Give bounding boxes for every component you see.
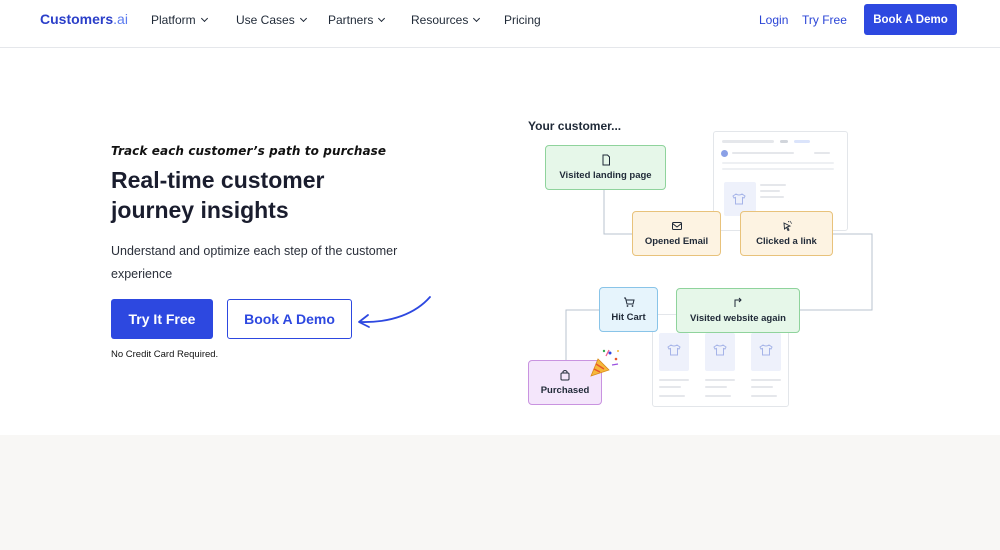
hero-subtext: Understand and optimize each step of the… <box>111 244 398 281</box>
return-arrow-icon <box>734 297 742 307</box>
step-opened-email: Opened Email <box>632 211 721 256</box>
top-navbar: Customers.ai Platform Use Cases Partners… <box>0 0 1000 48</box>
step-label: Opened Email <box>644 236 709 247</box>
envelope-icon <box>671 222 682 230</box>
chevron-down-icon <box>378 14 386 23</box>
cursor-click-icon <box>782 220 792 232</box>
book-demo-nav-button[interactable]: Book A Demo <box>864 4 957 35</box>
party-popper-icon <box>590 349 619 377</box>
step-label: Purchased <box>540 385 590 396</box>
page-icon <box>602 154 610 166</box>
hero-eyebrow: Track each customer’s path to purchase <box>111 144 387 158</box>
avatar <box>721 150 728 157</box>
curved-arrow-icon <box>358 296 431 328</box>
step-visited-landing-page: Visited landing page <box>545 145 666 190</box>
nav-pricing-label: Pricing <box>504 13 541 27</box>
step-label: Hit Cart <box>611 312 646 323</box>
chevron-down-icon <box>200 14 208 23</box>
hero-headline: Real-time customer journey insights <box>111 167 325 223</box>
logo[interactable]: Customers.ai <box>40 11 128 27</box>
nav-use-cases[interactable]: Use Cases <box>236 13 307 27</box>
try-it-free-button[interactable]: Try It Free <box>111 299 213 339</box>
try-free-link[interactable]: Try Free <box>802 13 847 27</box>
step-label: Clicked a link <box>756 236 817 247</box>
no-credit-card-note: No Credit Card Required. <box>111 349 219 360</box>
cart-icon <box>623 297 635 307</box>
step-clicked-link: Clicked a link <box>740 211 833 256</box>
illustration-title: Your customer... <box>528 119 622 133</box>
step-visited-website-again: Visited website again <box>676 288 800 333</box>
logo-suffix: .ai <box>113 11 128 27</box>
nav-platform[interactable]: Platform <box>151 13 208 27</box>
chevron-down-icon <box>299 14 307 23</box>
nav-partners[interactable]: Partners <box>328 13 386 27</box>
login-link[interactable]: Login <box>759 13 788 27</box>
chevron-down-icon <box>473 14 481 23</box>
nav-partners-label: Partners <box>328 13 374 27</box>
step-label: Visited website again <box>690 313 786 324</box>
nav-use-cases-label: Use Cases <box>236 13 295 27</box>
book-demo-button[interactable]: Book A Demo <box>227 299 352 339</box>
logo-main: Customers <box>40 11 114 27</box>
step-label: Visited landing page <box>559 170 652 181</box>
nav-pricing[interactable]: Pricing <box>504 13 541 27</box>
bag-icon <box>560 370 570 381</box>
step-hit-cart: Hit Cart <box>599 287 658 332</box>
next-section-band <box>0 435 1000 550</box>
nav-resources[interactable]: Resources <box>411 13 481 27</box>
nav-platform-label: Platform <box>151 13 196 27</box>
nav-resources-label: Resources <box>411 13 469 27</box>
